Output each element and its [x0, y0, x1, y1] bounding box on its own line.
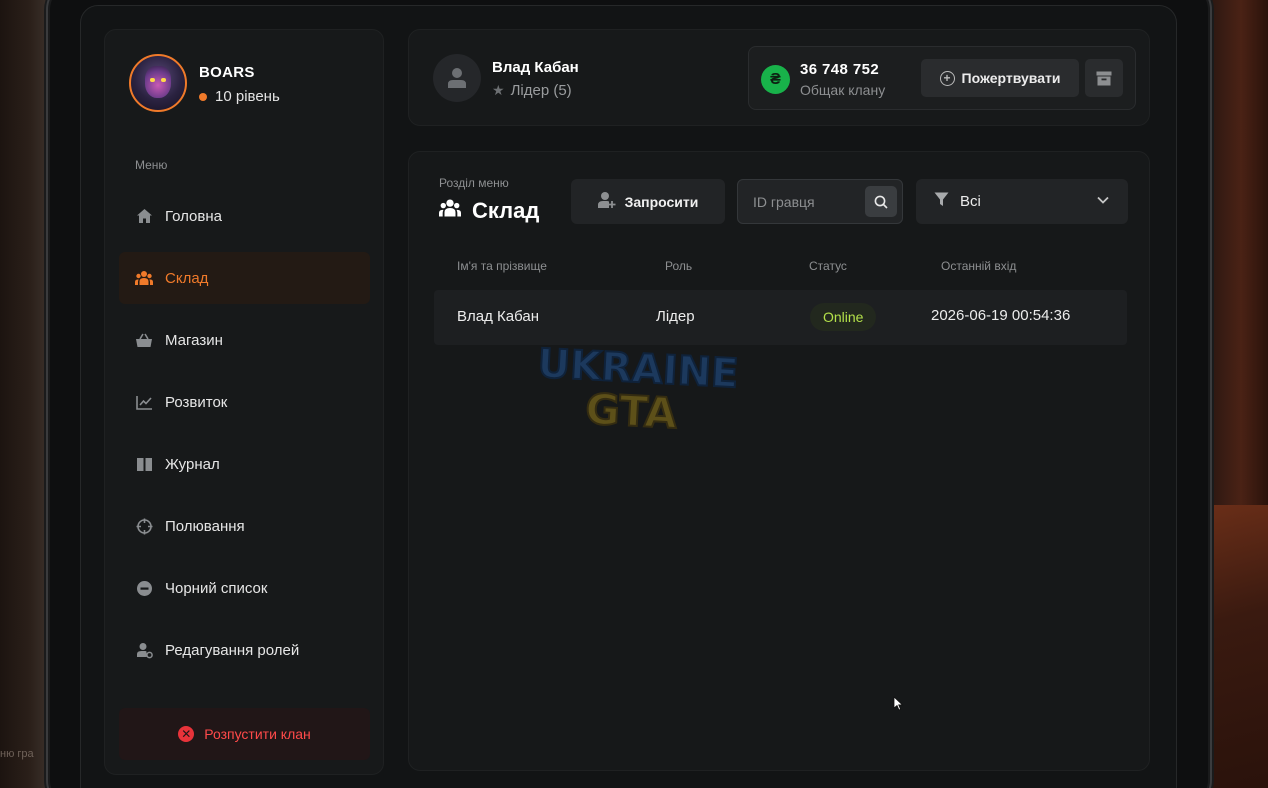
page-title: Склад [439, 198, 539, 224]
background-text: ню гра [0, 748, 34, 760]
donate-button[interactable]: + Пожертвувати [921, 59, 1079, 97]
player-search [737, 179, 903, 224]
background-right [1208, 0, 1268, 788]
menu-caption: Меню [135, 158, 168, 172]
sidebar-item-label: Головна [165, 207, 222, 225]
sidebar-item-edit-roles[interactable]: Редагування ролей [119, 624, 370, 676]
column-header-name: Ім'я та прізвище [457, 259, 547, 273]
sidebar-item-development[interactable]: Розвиток [119, 376, 370, 428]
mouse-cursor-icon [893, 696, 904, 711]
clan-level-label: 10 рівень [215, 88, 280, 105]
hryvnia-icon: ₴ [761, 65, 790, 94]
user-icon [448, 68, 466, 88]
sidebar-item-home[interactable]: Головна [119, 190, 370, 242]
section-caption: Розділ меню [439, 176, 509, 190]
user-name: Влад Кабан [492, 59, 579, 76]
sidebar-item-label: Редагування ролей [165, 641, 300, 659]
sidebar-item-label: Чорний список [165, 579, 268, 597]
sidebar-item-shop[interactable]: Магазин [119, 314, 370, 366]
column-header-role: Роль [665, 259, 693, 273]
status-filter-dropdown[interactable]: Всі [916, 179, 1128, 224]
member-role: Лідер [656, 308, 695, 325]
level-dot-icon [199, 92, 207, 101]
archive-button[interactable] [1085, 59, 1123, 97]
disband-clan-button[interactable]: ✕ Розпустити клан [119, 708, 370, 760]
clan-name: BOARS [199, 64, 255, 81]
sidebar: BOARS 10 рівень Меню Головна Склад Магаз… [104, 29, 384, 775]
sidebar-item-label: Журнал [165, 455, 220, 473]
clan-avatar [129, 54, 187, 112]
table-row[interactable]: Влад Кабан Лідер Online 2026-06-19 00:54… [434, 290, 1127, 345]
user-avatar [433, 54, 481, 102]
member-last-login: 2026-06-19 00:54:36 [931, 307, 1071, 324]
sidebar-item-journal[interactable]: Журнал [119, 438, 370, 490]
archive-icon [1096, 71, 1112, 85]
user-role: ★ Лідер (5) [492, 82, 572, 99]
background-left [0, 0, 48, 788]
member-name: Влад Кабан [457, 308, 539, 325]
people-icon [439, 198, 461, 224]
sidebar-item-label: Полювання [165, 517, 245, 535]
people-icon [135, 269, 153, 287]
basket-icon [135, 331, 153, 349]
plus-circle-icon: + [939, 70, 955, 86]
crosshair-icon [135, 517, 153, 535]
column-header-last-login: Останній вхід [941, 259, 1017, 273]
sidebar-item-label: Розвиток [165, 393, 228, 411]
chevron-down-icon [1096, 193, 1110, 211]
sidebar-item-blacklist[interactable]: Чорний список [119, 562, 370, 614]
invite-button[interactable]: Запросити [571, 179, 725, 224]
status-badge: Online [810, 303, 877, 331]
user-settings-icon [135, 641, 153, 659]
disband-clan-label: Розпустити клан [204, 726, 311, 742]
invite-label: Запросити [624, 193, 699, 210]
user-role-label: Лідер (5) [510, 82, 572, 99]
close-circle-icon: ✕ [178, 726, 195, 742]
sidebar-item-hunting[interactable]: Полювання [119, 500, 370, 552]
add-user-icon [597, 191, 616, 212]
sidebar-item-label: Склад [165, 269, 209, 287]
player-id-input[interactable] [738, 180, 858, 223]
filter-icon [934, 192, 949, 211]
clan-level: 10 рівень [199, 88, 280, 105]
filter-value: Всі [960, 193, 981, 210]
search-button[interactable] [865, 186, 897, 217]
home-icon [135, 207, 153, 225]
main-panel: Розділ меню Склад Запросити Всі Ім'я та … [408, 151, 1150, 771]
treasury-label: Общак клану [800, 82, 886, 98]
book-icon [135, 455, 153, 473]
chart-icon [135, 393, 153, 411]
clan-treasury: ₴ 36 748 752 Общак клану + Пожертвувати [748, 46, 1136, 110]
column-header-status: Статус [809, 259, 847, 273]
treasury-amount: 36 748 752 [800, 61, 880, 78]
sidebar-item-roster[interactable]: Склад [119, 252, 370, 304]
block-icon [135, 579, 153, 597]
page-title-label: Склад [472, 198, 540, 223]
search-icon [874, 195, 888, 209]
sidebar-item-label: Магазин [165, 331, 223, 349]
header: Влад Кабан ★ Лідер (5) ₴ 36 748 752 Обща… [408, 29, 1150, 126]
donate-label: Пожертвувати [961, 70, 1061, 86]
star-icon: ★ [492, 82, 505, 98]
